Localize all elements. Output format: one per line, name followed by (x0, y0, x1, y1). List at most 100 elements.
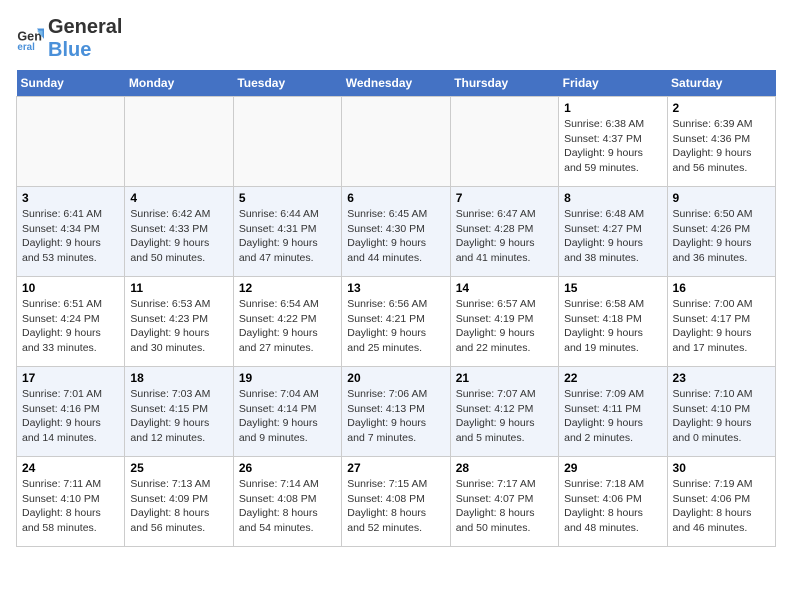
day-number: 17 (22, 371, 119, 385)
day-info: Sunrise: 7:00 AM Sunset: 4:17 PM Dayligh… (673, 297, 770, 356)
day-number: 5 (239, 191, 336, 205)
day-number: 16 (673, 281, 770, 295)
col-header-tuesday: Tuesday (233, 70, 341, 97)
day-info: Sunrise: 7:15 AM Sunset: 4:08 PM Dayligh… (347, 477, 444, 536)
day-cell: 5Sunrise: 6:44 AM Sunset: 4:31 PM Daylig… (233, 187, 341, 277)
day-number: 12 (239, 281, 336, 295)
day-cell (342, 97, 450, 187)
day-info: Sunrise: 7:18 AM Sunset: 4:06 PM Dayligh… (564, 477, 661, 536)
day-info: Sunrise: 6:56 AM Sunset: 4:21 PM Dayligh… (347, 297, 444, 356)
day-number: 18 (130, 371, 227, 385)
day-number: 1 (564, 101, 661, 115)
day-number: 19 (239, 371, 336, 385)
day-cell: 21Sunrise: 7:07 AM Sunset: 4:12 PM Dayli… (450, 367, 558, 457)
day-number: 26 (239, 461, 336, 475)
day-cell (450, 97, 558, 187)
day-number: 15 (564, 281, 661, 295)
day-number: 2 (673, 101, 770, 115)
day-cell: 12 Sunrise: 6:54 AM Sunset: 4:22 PM Dayli… (233, 277, 341, 367)
day-number: 30 (673, 461, 770, 475)
day-number: 11 (130, 281, 227, 295)
day-info: Sunrise: 7:14 AM Sunset: 4:08 PM Dayligh… (239, 477, 336, 536)
day-cell: 18 Sunrise: 7:03 AM Sunset: 4:15 PM Dayli… (125, 367, 233, 457)
day-cell: 25 Sunrise: 7:13 AM Sunset: 4:09 PM Dayli… (125, 457, 233, 547)
header: Gen eral General Blue (16, 16, 776, 62)
day-number: 3 (22, 191, 119, 205)
day-number: 4 (130, 191, 227, 205)
day-info: Sunrise: 7:06 AM Sunset: 4:13 PM Dayligh… (347, 387, 444, 446)
day-number: 29 (564, 461, 661, 475)
day-info: Sunrise: 6:45 AM Sunset: 4:30 PM Dayligh… (347, 207, 444, 266)
day-cell: 10 Sunrise: 6:51 AM Sunset: 4:24 PM Dayli… (17, 277, 125, 367)
col-header-sunday: Sunday (17, 70, 125, 97)
day-cell: 2 Sunrise: 6:39 AM Sunset: 4:36 PM Daylig… (667, 97, 775, 187)
day-info: Sunrise: 6:39 AM Sunset: 4:36 PM Dayligh… (673, 117, 770, 176)
day-info: Sunrise: 7:11 AM Sunset: 4:10 PM Dayligh… (22, 477, 119, 536)
day-cell: 9 Sunrise: 6:50 AM Sunset: 4:26 PM Daylig… (667, 187, 775, 277)
col-header-friday: Friday (559, 70, 667, 97)
day-info: Sunrise: 6:54 AM Sunset: 4:22 PM Dayligh… (239, 297, 336, 356)
week-row-5: 24 Sunrise: 7:11 AM Sunset: 4:10 PM Dayli… (17, 457, 776, 547)
day-cell (17, 97, 125, 187)
col-header-wednesday: Wednesday (342, 70, 450, 97)
day-number: 9 (673, 191, 770, 205)
day-number: 23 (673, 371, 770, 385)
day-info: Sunrise: 7:03 AM Sunset: 4:15 PM Dayligh… (130, 387, 227, 446)
header-row: SundayMondayTuesdayWednesdayThursdayFrid… (17, 70, 776, 97)
day-cell: 23 Sunrise: 7:10 AM Sunset: 4:10 PM Dayli… (667, 367, 775, 457)
day-number: 27 (347, 461, 444, 475)
day-number: 25 (130, 461, 227, 475)
day-info: Sunrise: 7:01 AM Sunset: 4:16 PM Dayligh… (22, 387, 119, 446)
day-cell: 11 Sunrise: 6:53 AM Sunset: 4:23 PM Dayli… (125, 277, 233, 367)
week-row-4: 17 Sunrise: 7:01 AM Sunset: 4:16 PM Dayli… (17, 367, 776, 457)
day-cell: 16 Sunrise: 7:00 AM Sunset: 4:17 PM Dayli… (667, 277, 775, 367)
day-cell: 17 Sunrise: 7:01 AM Sunset: 4:16 PM Dayli… (17, 367, 125, 457)
day-cell: 28 Sunrise: 7:17 AM Sunset: 4:07 PM Dayli… (450, 457, 558, 547)
day-cell: 29 Sunrise: 7:18 AM Sunset: 4:06 PM Dayli… (559, 457, 667, 547)
day-cell: 13 Sunrise: 6:56 AM Sunset: 4:21 PM Dayli… (342, 277, 450, 367)
day-info: Sunrise: 7:17 AM Sunset: 4:07 PM Dayligh… (456, 477, 553, 536)
week-row-3: 10 Sunrise: 6:51 AM Sunset: 4:24 PM Dayli… (17, 277, 776, 367)
day-cell: 4 Sunrise: 6:42 AM Sunset: 4:33 PM Daylig… (125, 187, 233, 277)
day-info: Sunrise: 7:10 AM Sunset: 4:10 PM Dayligh… (673, 387, 770, 446)
day-cell: 19Sunrise: 7:04 AM Sunset: 4:14 PM Dayli… (233, 367, 341, 457)
logo-blue: Blue (48, 39, 91, 61)
day-cell: 27 Sunrise: 7:15 AM Sunset: 4:08 PM Dayli… (342, 457, 450, 547)
day-number: 7 (456, 191, 553, 205)
logo-icon: Gen eral (16, 25, 44, 53)
day-info: Sunrise: 6:53 AM Sunset: 4:23 PM Dayligh… (130, 297, 227, 356)
day-number: 6 (347, 191, 444, 205)
day-number: 21 (456, 371, 553, 385)
day-info: Sunrise: 6:42 AM Sunset: 4:33 PM Dayligh… (130, 207, 227, 266)
day-number: 10 (22, 281, 119, 295)
col-header-thursday: Thursday (450, 70, 558, 97)
day-cell: 1Sunrise: 6:38 AM Sunset: 4:37 PM Daylig… (559, 97, 667, 187)
day-cell: 15Sunrise: 6:58 AM Sunset: 4:18 PM Dayli… (559, 277, 667, 367)
day-cell: 26 Sunrise: 7:14 AM Sunset: 4:08 PM Dayli… (233, 457, 341, 547)
day-number: 20 (347, 371, 444, 385)
week-row-1: 1Sunrise: 6:38 AM Sunset: 4:37 PM Daylig… (17, 97, 776, 187)
day-cell: 7Sunrise: 6:47 AM Sunset: 4:28 PM Daylig… (450, 187, 558, 277)
day-number: 22 (564, 371, 661, 385)
day-number: 13 (347, 281, 444, 295)
day-cell: 8Sunrise: 6:48 AM Sunset: 4:27 PM Daylig… (559, 187, 667, 277)
day-cell: 14Sunrise: 6:57 AM Sunset: 4:19 PM Dayli… (450, 277, 558, 367)
day-cell: 20 Sunrise: 7:06 AM Sunset: 4:13 PM Dayli… (342, 367, 450, 457)
day-number: 28 (456, 461, 553, 475)
day-info: Sunrise: 6:51 AM Sunset: 4:24 PM Dayligh… (22, 297, 119, 356)
day-number: 24 (22, 461, 119, 475)
day-cell (125, 97, 233, 187)
day-cell: 6 Sunrise: 6:45 AM Sunset: 4:30 PM Daylig… (342, 187, 450, 277)
calendar-table: SundayMondayTuesdayWednesdayThursdayFrid… (16, 70, 776, 547)
day-info: Sunrise: 6:50 AM Sunset: 4:26 PM Dayligh… (673, 207, 770, 266)
day-cell: 22 Sunrise: 7:09 AM Sunset: 4:11 PM Dayli… (559, 367, 667, 457)
day-info: Sunrise: 7:13 AM Sunset: 4:09 PM Dayligh… (130, 477, 227, 536)
day-info: Sunrise: 6:48 AM Sunset: 4:27 PM Dayligh… (564, 207, 661, 266)
day-number: 14 (456, 281, 553, 295)
day-cell: 30 Sunrise: 7:19 AM Sunset: 4:06 PM Dayli… (667, 457, 775, 547)
day-info: Sunrise: 7:19 AM Sunset: 4:06 PM Dayligh… (673, 477, 770, 536)
day-cell (233, 97, 341, 187)
day-info: Sunrise: 7:09 AM Sunset: 4:11 PM Dayligh… (564, 387, 661, 446)
svg-text:eral: eral (17, 42, 35, 53)
logo-general: General (48, 16, 122, 38)
